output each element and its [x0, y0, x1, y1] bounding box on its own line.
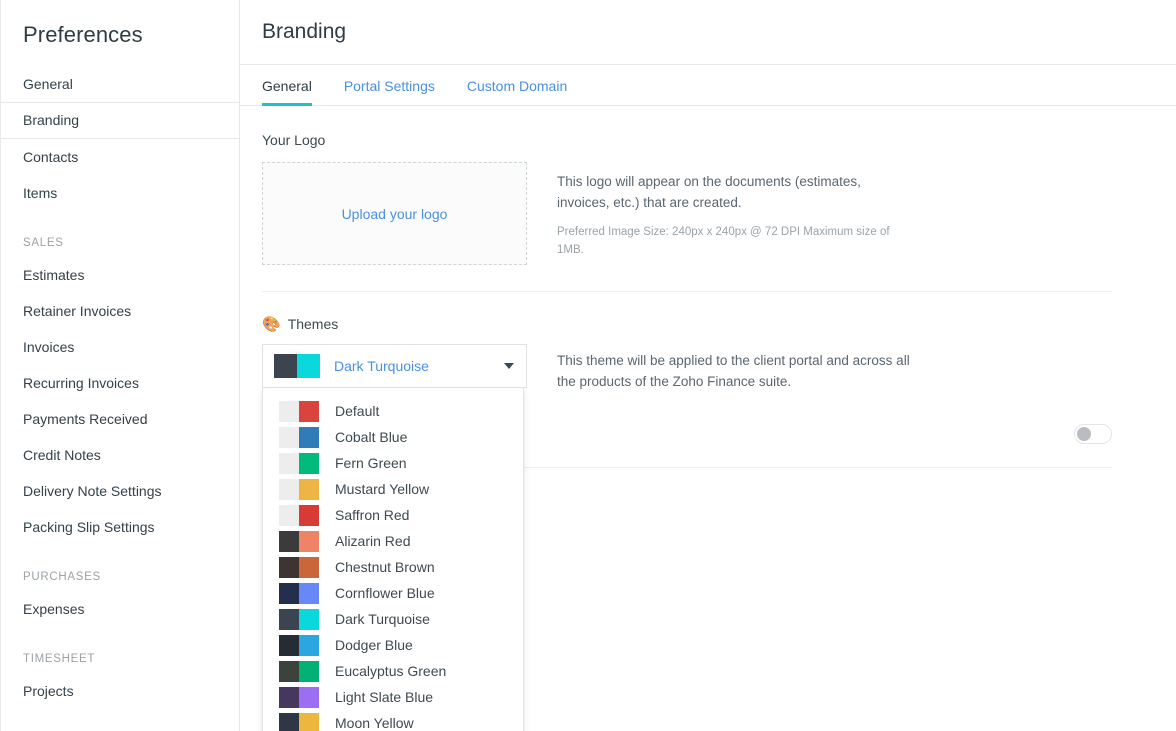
theme-option-label: Fern Green [335, 455, 407, 471]
page-title: Branding [262, 20, 346, 44]
theme-option-label: Moon Yellow [335, 715, 414, 731]
toggle-knob [1077, 427, 1091, 441]
theme-option-swatch [279, 713, 319, 731]
branding-general-panel: Your Logo Upload your logo This logo wil… [240, 106, 1176, 468]
theme-option-label: Saffron Red [335, 507, 409, 523]
theme-option-swatch [279, 635, 319, 656]
logo-size-hint: Preferred Image Size: 240px x 240px @ 72… [557, 223, 907, 259]
upload-logo-label: Upload your logo [342, 206, 448, 222]
theme-option-light-slate-blue[interactable]: Light Slate Blue [263, 684, 523, 710]
sidebar-item-credit-notes[interactable]: Credit Notes [1, 437, 239, 473]
dropdown-top-padding [263, 388, 523, 398]
sidebar-item-payments-received[interactable]: Payments Received [1, 401, 239, 437]
portal-toggle-switch[interactable] [1074, 424, 1112, 444]
chevron-down-icon[interactable] [504, 363, 514, 369]
tab-bar: GeneralPortal SettingsCustom Domain [240, 65, 1176, 106]
theme-option-swatch [279, 557, 319, 578]
theme-option-label: Eucalyptus Green [335, 663, 446, 679]
theme-description: This theme will be applied to the client… [557, 344, 927, 392]
sidebar-item-invoices[interactable]: Invoices [1, 329, 239, 365]
logo-description: This logo will appear on the documents (… [557, 171, 907, 213]
theme-option-swatch [279, 505, 319, 526]
sidebar-item-delivery-note-settings[interactable]: Delivery Note Settings [1, 473, 239, 509]
theme-option-dark-turquoise[interactable]: Dark Turquoise [263, 606, 523, 632]
theme-select-wrapper: Dark Turquoise DefaultCobalt BlueFern Gr… [262, 344, 527, 388]
sidebar-item-recurring-invoices[interactable]: Recurring Invoices [1, 365, 239, 401]
theme-option-label: Cobalt Blue [335, 429, 407, 445]
theme-option-saffron-red[interactable]: Saffron Red [263, 502, 523, 528]
sidebar-item-contacts[interactable]: Contacts [1, 139, 239, 175]
sidebar-item-branding[interactable]: Branding [1, 102, 239, 139]
theme-option-alizarin-red[interactable]: Alizarin Red [263, 528, 523, 554]
theme-option-swatch [279, 583, 319, 604]
theme-option-label: Dark Turquoise [335, 611, 430, 627]
theme-option-fern-green[interactable]: Fern Green [263, 450, 523, 476]
logo-row: Upload your logo This logo will appear o… [262, 162, 1176, 265]
theme-option-swatch [279, 479, 319, 500]
theme-option-cobalt-blue[interactable]: Cobalt Blue [263, 424, 523, 450]
sidebar-item-expenses[interactable]: Expenses [1, 591, 239, 627]
logo-description-block: This logo will appear on the documents (… [557, 162, 907, 259]
theme-option-swatch [279, 531, 319, 552]
theme-option-moon-yellow[interactable]: Moon Yellow [263, 710, 523, 731]
sidebar-item-projects[interactable]: Projects [1, 673, 239, 709]
theme-option-label: Dodger Blue [335, 637, 413, 653]
selected-theme-swatch [274, 354, 320, 378]
theme-option-label: Cornflower Blue [335, 585, 435, 601]
main-content: Branding GeneralPortal SettingsCustom Do… [240, 0, 1176, 731]
theme-option-dodger-blue[interactable]: Dodger Blue [263, 632, 523, 658]
your-logo-label: Your Logo [262, 132, 1176, 148]
upload-logo-dropzone[interactable]: Upload your logo [262, 162, 527, 265]
theme-option-swatch [279, 661, 319, 682]
sidebar-group-sales: SALES [1, 237, 239, 249]
theme-option-label: Default [335, 403, 379, 419]
sidebar-item-packing-slip-settings[interactable]: Packing Slip Settings [1, 509, 239, 545]
sidebar-item-list: GeneralBrandingContactsItems SALES Estimat… [1, 66, 239, 709]
sidebar-item-items[interactable]: Items [1, 175, 239, 211]
tab-portal-settings[interactable]: Portal Settings [328, 78, 451, 105]
theme-dropdown-list[interactable]: Default Cobalt Blue Fern Green Mustard Yell… [262, 388, 524, 731]
theme-option-default[interactable]: Default [263, 398, 523, 424]
preferences-sidebar: Preferences GeneralBrandingContactsItems… [0, 0, 240, 731]
sidebar-title: Preferences [1, 0, 239, 66]
theme-option-swatch [279, 401, 319, 422]
theme-row: Dark Turquoise DefaultCobalt BlueFern Gr… [262, 344, 1176, 392]
theme-option-eucalyptus-green[interactable]: Eucalyptus Green [263, 658, 523, 684]
sidebar-item-estimates[interactable]: Estimates [1, 257, 239, 293]
page-header: Branding [240, 0, 1176, 65]
selected-theme-label: Dark Turquoise [334, 358, 504, 374]
tab-general[interactable]: General [262, 78, 328, 105]
tab-custom-domain[interactable]: Custom Domain [451, 78, 583, 105]
theme-select-button[interactable]: Dark Turquoise [262, 344, 527, 388]
section-divider [262, 291, 1112, 292]
sidebar-group-purchases: PURCHASES [1, 571, 239, 583]
sidebar-item-general[interactable]: General [1, 66, 239, 102]
sidebar-group-timesheet: TIMESHEET [1, 653, 239, 665]
theme-option-label: Light Slate Blue [335, 689, 433, 705]
themes-heading: Themes [288, 316, 339, 332]
theme-option-label: Chestnut Brown [335, 559, 435, 575]
theme-option-mustard-yellow[interactable]: Mustard Yellow [263, 476, 523, 502]
theme-option-swatch [279, 687, 319, 708]
theme-option-cornflower-blue[interactable]: Cornflower Blue [263, 580, 523, 606]
theme-option-swatch [279, 453, 319, 474]
themes-heading-row: 🎨 Themes [262, 316, 1176, 332]
palette-icon: 🎨 [262, 317, 281, 332]
theme-option-swatch [279, 609, 319, 630]
theme-option-label: Alizarin Red [335, 533, 410, 549]
theme-option-chestnut-brown[interactable]: Chestnut Brown [263, 554, 523, 580]
theme-option-label: Mustard Yellow [335, 481, 429, 497]
sidebar-item-retainer-invoices[interactable]: Retainer Invoices [1, 293, 239, 329]
preferences-branding-page: Preferences GeneralBrandingContactsItems… [0, 0, 1176, 731]
theme-option-swatch [279, 427, 319, 448]
